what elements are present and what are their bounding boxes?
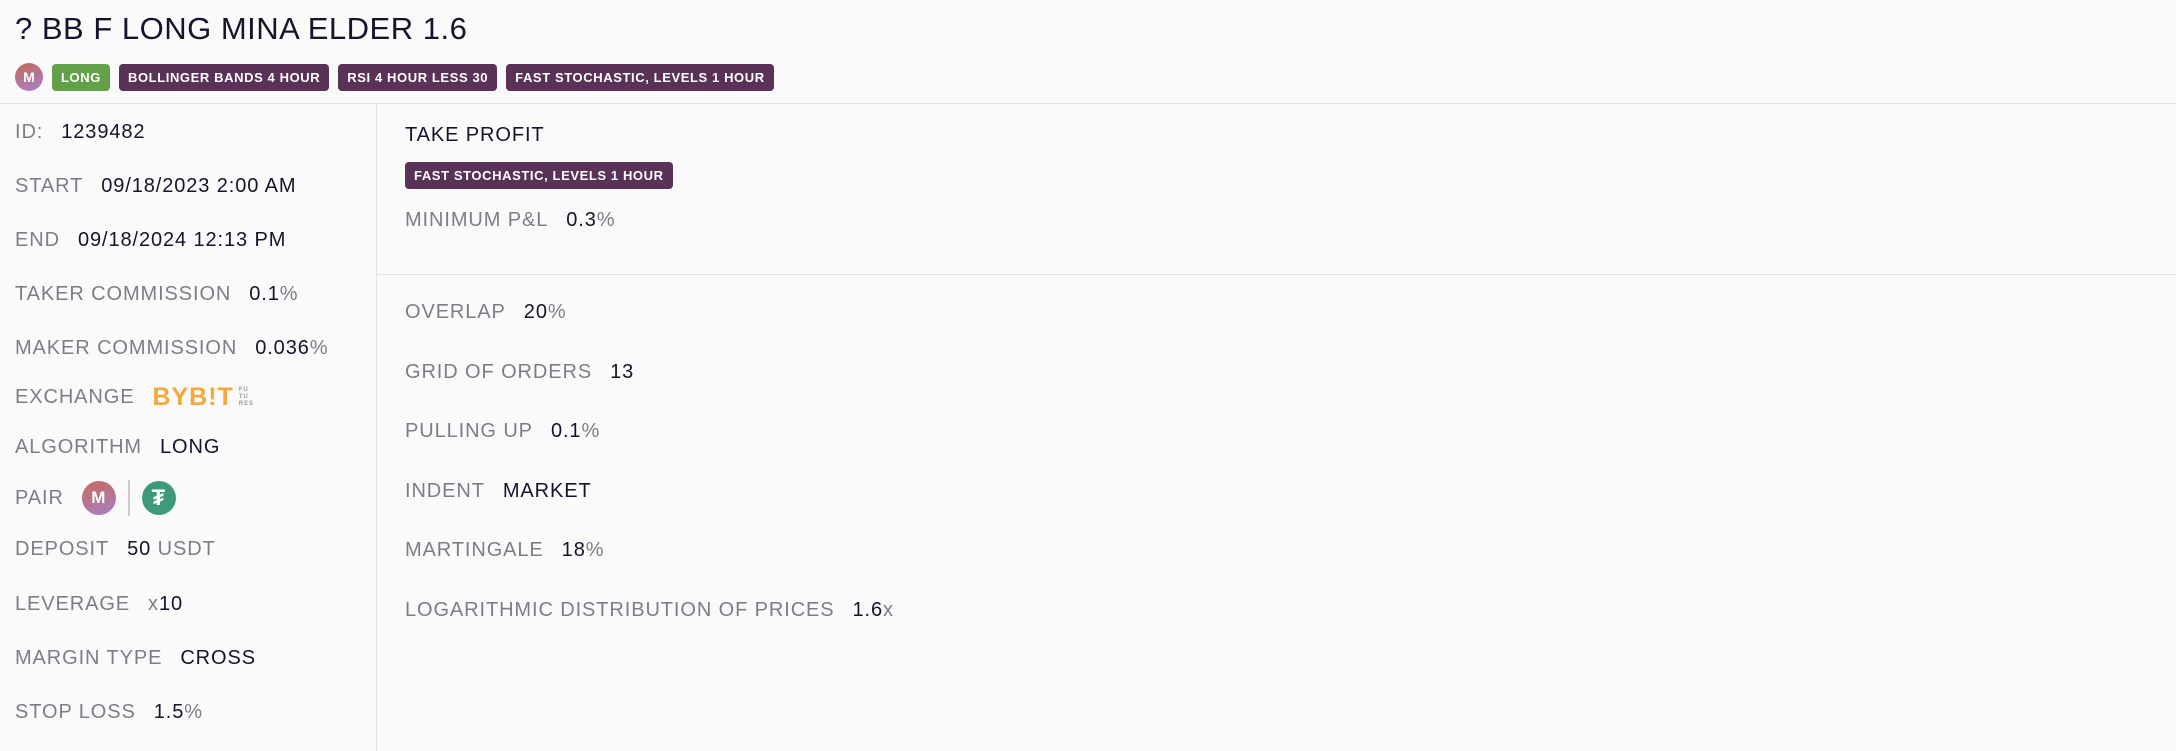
detail-value: 1239482 [61, 120, 146, 143]
detail-value: 1.5 [153, 700, 185, 723]
detail-label: LOGARITHMIC DISTRIBUTION OF PRICES [405, 598, 835, 621]
detail-label: ID: [15, 120, 44, 143]
bybit-logo: BYB!T FU TU RES [152, 383, 253, 412]
detail-value: 50 [127, 537, 152, 560]
minimum-pnl: MINIMUM P&L 0.3% [405, 209, 2176, 232]
indicator-badge-stochastic: FAST STOCHASTIC, LEVELS 1 HOUR [506, 63, 774, 91]
setting-grid-of-orders: GRID OF ORDERS 13 [405, 343, 2176, 403]
detail-value: CROSS [180, 646, 256, 669]
detail-value: 0.3 [566, 209, 597, 231]
detail-unit: % [581, 420, 601, 443]
detail-taker-commission: TAKER COMMISSION 0.1% [15, 267, 361, 321]
page-title: ? BB F LONG MINA ELDER 1.6 [15, 11, 468, 46]
detail-label: ALGORITHM [15, 435, 142, 458]
algorithm-badge: LONG [52, 63, 110, 91]
detail-unit: x [883, 598, 894, 621]
detail-label: MAKER COMMISSION [15, 336, 238, 359]
detail-unit: % [585, 539, 605, 562]
detail-unit: % [184, 700, 203, 723]
detail-value: 0.036 [255, 336, 310, 359]
detail-value: 0.1 [249, 282, 280, 305]
detail-deposit: DEPOSIT 50 USDT [15, 521, 361, 577]
setting-log-distribution: LOGARITHMIC DISTRIBUTION OF PRICES 1.6 x [405, 581, 2176, 641]
detail-label: PULLING UP [405, 420, 533, 443]
detail-value: 18 [561, 539, 586, 562]
detail-label: MARGIN TYPE [15, 646, 163, 669]
detail-leverage: LEVERAGE x 10 [15, 577, 361, 631]
detail-unit: % [547, 301, 567, 324]
indicator-badge-rsi: RSI 4 HOUR LESS 30 [338, 63, 498, 91]
detail-label: LEVERAGE [15, 592, 131, 615]
tether-coin-icon: ₮ [141, 481, 176, 515]
detail-label: START [15, 174, 84, 197]
detail-unit: x [148, 592, 159, 615]
detail-label: GRID OF ORDERS [405, 360, 593, 383]
detail-value: 20 [523, 301, 548, 324]
detail-algorithm: ALGORITHM LONG [15, 419, 361, 475]
detail-value: 09/18/2024 12:13 PM [77, 228, 287, 251]
trading-pair: M ₮ [81, 480, 176, 516]
detail-unit: % [596, 209, 616, 231]
setting-indent: INDENT MARKET [405, 462, 2176, 522]
detail-value: 0.1 [550, 420, 582, 443]
detail-pair: PAIR M ₮ [15, 475, 361, 521]
detail-label: MINIMUM P&L [405, 209, 549, 231]
mina-coin-icon: M [15, 63, 43, 92]
detail-value: 10 [158, 592, 183, 615]
grid-settings: OVERLAP 20% GRID OF ORDERS 13 PULLING UP… [377, 283, 2176, 640]
detail-value: MARKET [502, 479, 592, 502]
detail-unit: % [279, 282, 299, 305]
detail-stop-loss: STOP LOSS 1.5% [15, 685, 361, 739]
detail-value: LONG [160, 435, 221, 458]
detail-value: 13 [610, 360, 635, 383]
detail-label: TAKER COMMISSION [15, 282, 232, 305]
detail-label: END [15, 228, 60, 251]
detail-label: DEPOSIT [15, 537, 110, 560]
detail-exchange: EXCHANGE BYB!T FU TU RES [15, 375, 361, 419]
bot-details-panel: ID: 1239482 START 09/18/2023 2:00 AM END… [0, 104, 377, 751]
bot-header: ? BB F LONG MINA ELDER 1.6 M LONG BOLLIN… [0, 0, 2176, 104]
detail-value: 1.6 [852, 598, 884, 621]
indicator-badge-bollinger: BOLLINGER BANDS 4 HOUR [118, 63, 330, 91]
detail-label: INDENT [405, 479, 485, 502]
setting-pulling-up: PULLING UP 0.1% [405, 402, 2176, 462]
detail-margin-type: MARGIN TYPE CROSS [15, 631, 361, 685]
bybit-logo-text: BYB!T [152, 382, 234, 411]
setting-martingale: MARTINGALE 18% [405, 521, 2176, 581]
detail-unit: % [309, 336, 329, 359]
detail-maker-commission: MAKER COMMISSION 0.036% [15, 321, 361, 375]
detail-label: OVERLAP [405, 301, 506, 324]
take-profit-section: TAKE PROFIT FAST STOCHASTIC, LEVELS 1 HO… [377, 104, 2176, 275]
pair-divider [127, 480, 130, 516]
detail-label: PAIR [15, 486, 64, 509]
detail-value: 09/18/2023 2:00 AM [101, 174, 297, 197]
detail-id: ID: 1239482 [15, 105, 361, 159]
bot-tags: M LONG BOLLINGER BANDS 4 HOUR RSI 4 HOUR… [15, 63, 2161, 92]
setting-overlap: OVERLAP 20% [405, 283, 2176, 343]
detail-end: END 09/18/2024 12:13 PM [15, 213, 361, 267]
take-profit-indicator-badge: FAST STOCHASTIC, LEVELS 1 HOUR [405, 162, 673, 189]
mina-coin-icon: M [81, 481, 116, 515]
detail-label: MARTINGALE [405, 539, 544, 562]
take-profit-title: TAKE PROFIT [405, 124, 545, 146]
detail-start: START 09/18/2023 2:00 AM [15, 159, 361, 213]
detail-label: EXCHANGE [15, 385, 135, 408]
detail-unit: USDT [157, 537, 216, 560]
strategy-panel: TAKE PROFIT FAST STOCHASTIC, LEVELS 1 HO… [377, 104, 2176, 751]
detail-label: STOP LOSS [15, 700, 136, 723]
bybit-logo-sub: FU TU RES [238, 386, 254, 407]
